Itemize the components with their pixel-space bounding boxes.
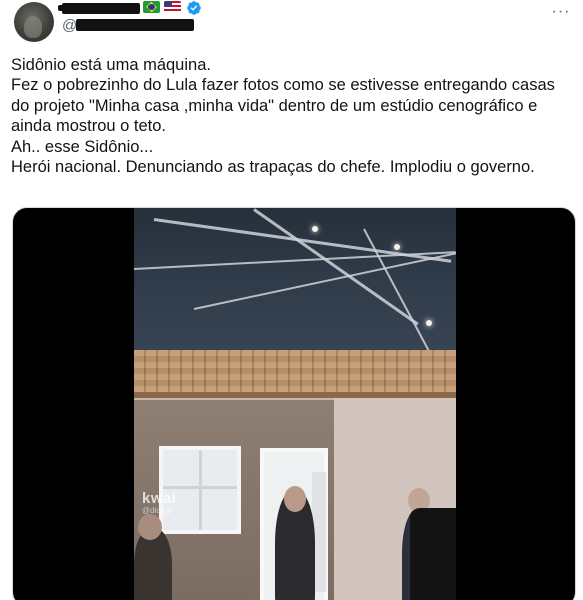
- more-options-icon[interactable]: ···: [549, 4, 573, 20]
- camera-foreground: [410, 508, 456, 600]
- studio-ceiling: [134, 208, 456, 371]
- redacted-display-name[interactable]: [58, 3, 140, 14]
- tweet-header: @ ···: [0, 0, 583, 44]
- kwai-watermark-handle: @dictop: [142, 506, 172, 515]
- person-left-head: [138, 514, 162, 540]
- tweet-video[interactable]: kwai @dictop: [12, 207, 576, 600]
- verified-badge-icon: [187, 1, 201, 15]
- user-handle[interactable]: @: [62, 17, 77, 35]
- avatar[interactable]: [14, 2, 54, 42]
- tiled-roof: [134, 350, 456, 398]
- tweet-text: Sidônio está uma máquina. Fez o pobrezin…: [11, 56, 555, 177]
- person-center-head: [284, 486, 306, 512]
- video-frame: kwai @dictop: [134, 208, 456, 600]
- flag-brazil-icon: [143, 1, 160, 13]
- redacted-handle: [76, 19, 194, 31]
- kwai-watermark: kwai: [142, 490, 177, 507]
- flag-usa-icon: [164, 1, 181, 13]
